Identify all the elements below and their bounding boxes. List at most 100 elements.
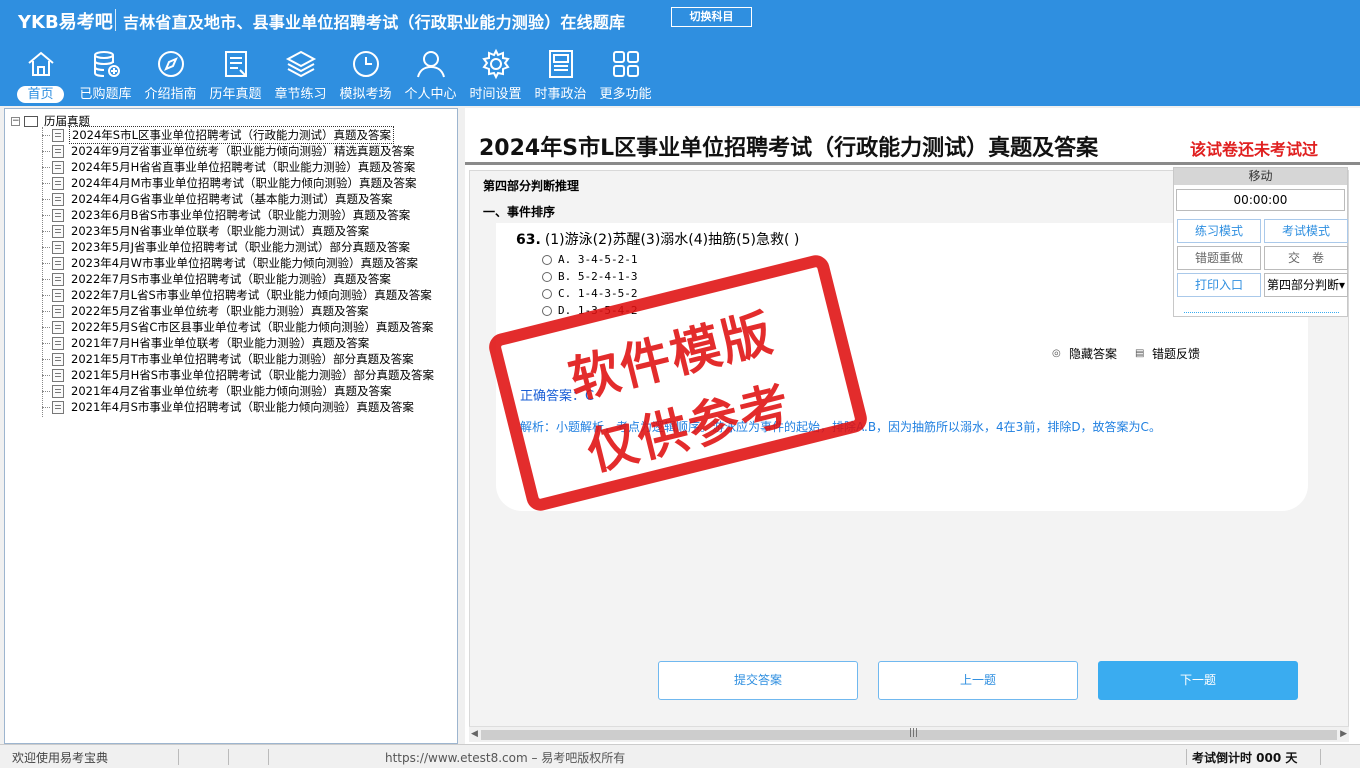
exam-mode-button[interactable]: 考试模式 [1264, 219, 1348, 243]
tree-item[interactable]: 2023年6月B省S市事业单位招聘考试（职业能力测验）真题及答案 [42, 207, 436, 223]
radio-button[interactable] [542, 305, 552, 316]
tree-connector [42, 182, 50, 184]
news-icon [548, 50, 573, 78]
document-icon [52, 144, 64, 158]
tree-item[interactable]: 2021年4月Z省事业单位统考（职业能力倾向测验）真题及答案 [42, 383, 436, 399]
tree-item[interactable]: 2024年4月G省事业单位招聘考试（基本能力测试）真题及答案 [42, 191, 436, 207]
nav-item-time-settings[interactable]: 时间设置 [463, 48, 528, 104]
nav-item-past-papers[interactable]: 历年真题 [203, 48, 268, 104]
tree-item[interactable]: 2021年7月H省事业单位联考（职业能力测验）真题及答案 [42, 335, 436, 351]
paper-status: 该试卷还未考试过 [1190, 140, 1319, 159]
collapse-icon[interactable]: − [11, 116, 20, 126]
tree-item-label: 2021年5月H省S市事业单位招聘考试（职业能力测验）部分真题及答案 [71, 368, 435, 382]
panel-move-handle[interactable]: 移动 [1174, 168, 1347, 185]
nav-label: 章节练习 [274, 87, 327, 102]
tree-item[interactable]: 2022年5月S省C市区县事业单位考试（职业能力倾向测验）真题及答案 [42, 319, 436, 335]
document-list-icon [224, 51, 247, 77]
gear-icon [481, 48, 510, 80]
tree-item[interactable]: 2024年5月H省省直事业单位招聘考试（职业能力测验）真题及答案 [42, 159, 436, 175]
tree-item-label: 2022年5月Z省事业单位统考（职业能力测验）真题及答案 [71, 304, 369, 318]
layers-icon [285, 50, 316, 78]
section-select[interactable]: 第四部分判断 [1264, 273, 1348, 297]
redo-wrong-button[interactable]: 错题重做 [1177, 246, 1261, 270]
radio-button[interactable] [542, 288, 552, 299]
option-label: A. 3-4-5-2-1 [558, 253, 638, 266]
document-icon [52, 336, 64, 350]
tree-item[interactable]: 2022年7月S市事业单位招聘考试（职业能力测验）真题及答案 [42, 271, 436, 287]
document-icon [52, 320, 64, 334]
tree-item[interactable]: 2023年5月J省事业单位招聘考试（职业能力测试）部分真题及答案 [42, 239, 436, 255]
clock-icon [352, 51, 379, 77]
document-icon [52, 160, 64, 174]
tree-item[interactable]: 2021年4月S市事业单位招聘考试（职业能力倾向测验）真题及答案 [42, 399, 436, 415]
option-c[interactable]: C. 1-4-3-5-2 [542, 285, 637, 302]
hand-in-button[interactable]: 交 卷 [1264, 246, 1348, 270]
nav-item-more[interactable]: 更多功能 [593, 48, 658, 104]
document-icon [52, 384, 64, 398]
document-icon [52, 368, 64, 382]
document-icon [52, 288, 64, 302]
tree-connector [42, 230, 50, 232]
radio-button[interactable] [542, 271, 552, 282]
status-bar: 欢迎使用易考宝典 https://www.etest8.com – 易考吧版权所… [0, 744, 1360, 768]
scroll-right-icon[interactable]: ▶ [1340, 729, 1347, 739]
tree-item[interactable]: 2023年4月W市事业单位招聘考试（职业能力倾向测验）真题及答案 [42, 255, 436, 271]
nav-item-chapter-practice[interactable]: 章节练习 [268, 48, 333, 104]
nav-item-mock-exam[interactable]: 模拟考场 [333, 48, 398, 104]
tree-item[interactable]: 2022年7月L省S市事业单位招聘考试（职业能力倾向测验）真题及答案 [42, 287, 436, 303]
prev-question-button[interactable]: 上一题 [878, 661, 1078, 700]
option-b[interactable]: B. 5-2-4-1-3 [542, 268, 637, 285]
hide-answer-label: 隐藏答案 [1069, 347, 1118, 361]
scroll-left-icon[interactable]: ◀ [471, 729, 478, 739]
nav-label: 首页 [17, 86, 64, 103]
nav-item-current-affairs[interactable]: 时事政治 [528, 48, 593, 104]
tree-item-label: 2022年7月S市事业单位招聘考试（职业能力测验）真题及答案 [71, 272, 391, 286]
nav-label: 更多功能 [599, 87, 652, 102]
tree-item[interactable]: 2022年5月Z省事业单位统考（职业能力测验）真题及答案 [42, 303, 436, 319]
app-title: 吉林省直及地市、县事业单位招聘考试（行政职业能力测验）在线题库 [123, 13, 626, 32]
tree-item[interactable]: 2024年4月M市事业单位招聘考试（职业能力倾向测验）真题及答案 [42, 175, 436, 191]
nav-label: 介绍指南 [144, 87, 197, 102]
nav-item-guide[interactable]: 介绍指南 [138, 48, 203, 104]
report-error-label: 错题反馈 [1152, 347, 1201, 361]
horizontal-scrollbar[interactable]: ◀ ||| ▶ [469, 726, 1349, 742]
panel-scrollbar[interactable] [1184, 312, 1339, 316]
app-logo: YKB易考吧 [18, 12, 113, 33]
nav-item-personal-center[interactable]: 个人中心 [398, 48, 463, 104]
question-text: (1)游泳(2)苏醒(3)溺水(4)抽筋(5)急救( ) [544, 232, 800, 248]
compass-icon [157, 51, 184, 77]
tree-connector [42, 358, 50, 360]
tree-connector [42, 390, 50, 392]
tree-connector [42, 294, 50, 296]
section-heading: 第四部分判断推理 [483, 179, 580, 193]
report-error-button[interactable]: ▤ 错题反馈 [1135, 345, 1200, 362]
tree-item[interactable]: 2021年5月T市事业单位招聘考试（职业能力测验）部分真题及答案 [42, 351, 436, 367]
practice-mode-button[interactable]: 练习模式 [1177, 219, 1261, 243]
next-question-button[interactable]: 下一题 [1098, 661, 1298, 700]
submit-answer-button[interactable]: 提交答案 [658, 661, 858, 700]
tree-item[interactable]: 2023年5月N省事业单位联考（职业能力测试）真题及答案 [42, 223, 436, 239]
question-tools: ◎ 隐藏答案 ▤ 错题反馈 [1052, 345, 1218, 362]
control-panel: 移动 00:00:00 练习模式 考试模式 错题重做 交 卷 打印入口 第四部分… [1173, 167, 1348, 317]
nav-item-home[interactable]: 首页 [8, 48, 73, 104]
radio-button[interactable] [542, 254, 552, 265]
hide-answer-button[interactable]: ◎ 隐藏答案 [1052, 345, 1117, 362]
timer-display: 00:00:00 [1176, 189, 1345, 211]
tree-connector [42, 342, 50, 344]
print-button[interactable]: 打印入口 [1177, 273, 1261, 297]
option-a[interactable]: A. 3-4-5-2-1 [542, 251, 637, 268]
document-icon [52, 192, 64, 206]
tree-item[interactable]: 2021年5月H省S市事业单位招聘考试（职业能力测验）部分真题及答案 [42, 367, 436, 383]
tree-connector [42, 214, 50, 216]
tree-connector [42, 262, 50, 264]
nav-label: 时事政治 [534, 87, 587, 102]
document-icon [52, 208, 64, 222]
tree-connector [42, 150, 50, 152]
tree-item[interactable]: 2024年9月Z省事业单位统考（职业能力倾向测验）精选真题及答案 [42, 143, 436, 159]
grid-icon [612, 51, 639, 77]
tree-item[interactable]: 2024年S市L区事业单位招聘考试（行政能力测试）真题及答案 [42, 126, 436, 144]
tree-item-label: 2023年5月J省事业单位招聘考试（职业能力测试）部分真题及答案 [71, 240, 410, 254]
switch-subject-button[interactable]: 切换科目 [671, 7, 752, 27]
nav-item-purchased[interactable]: 已购题库 [73, 48, 138, 104]
document-icon [52, 256, 64, 270]
